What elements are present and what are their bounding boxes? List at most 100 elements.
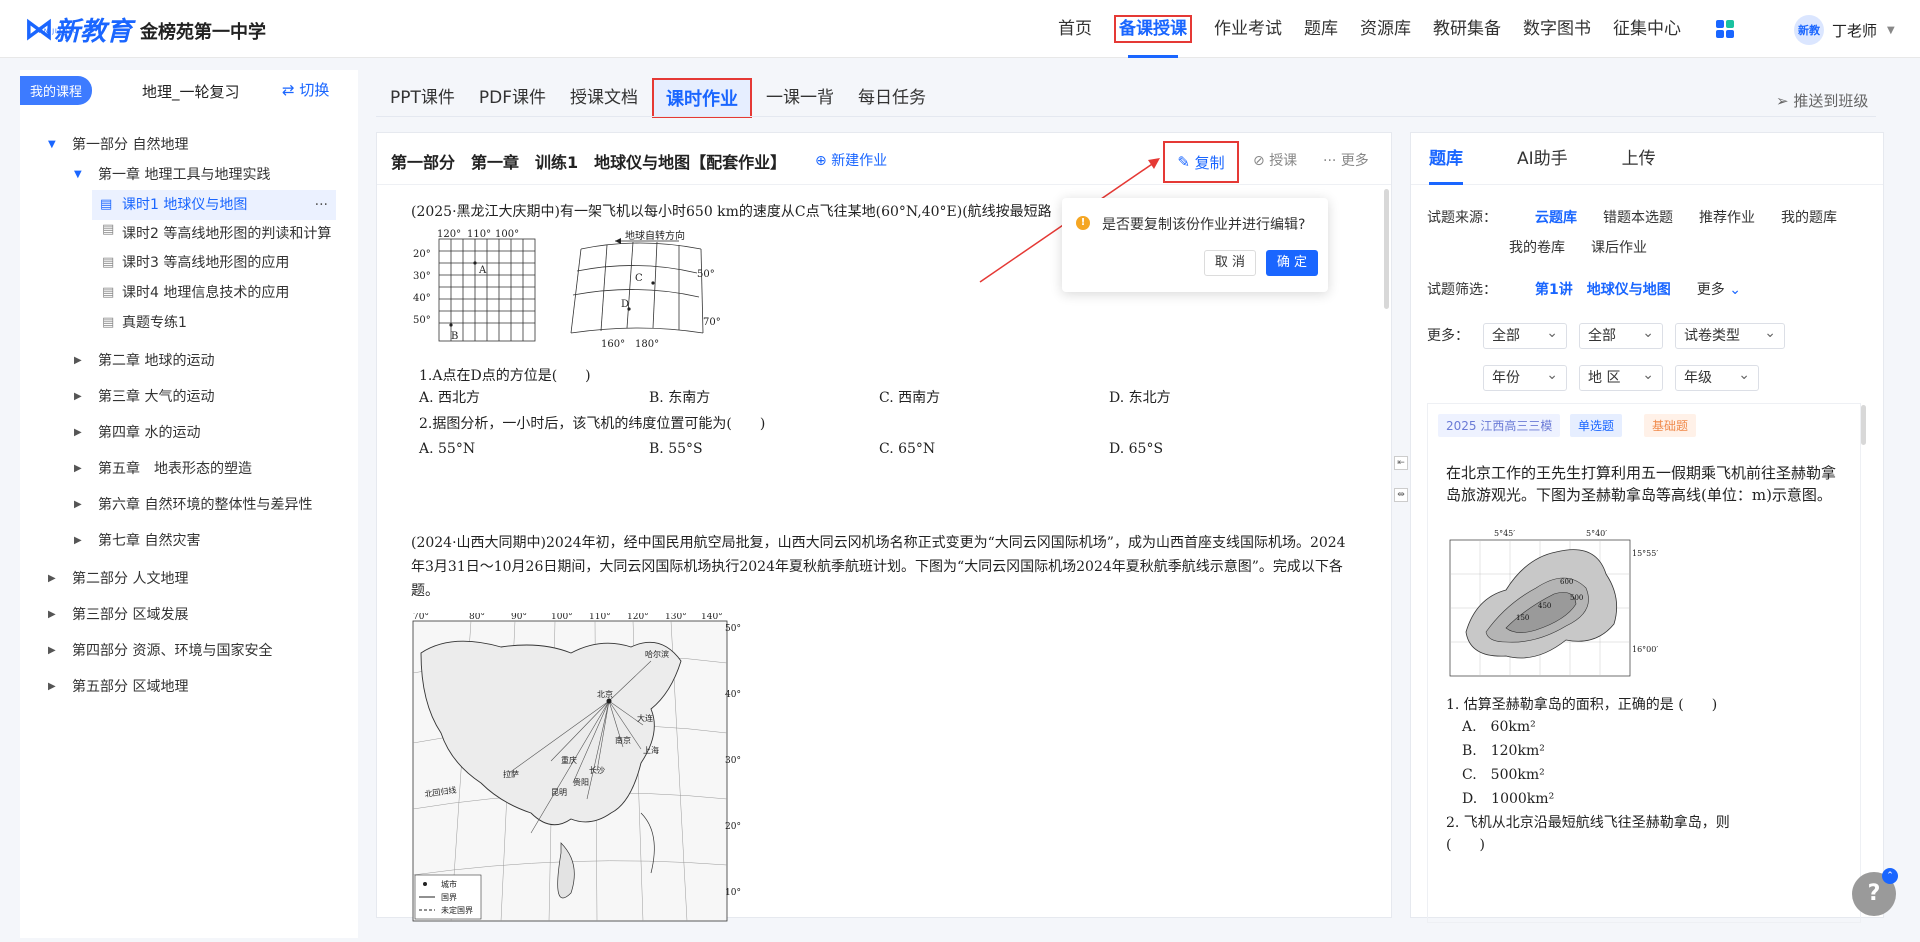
question-1-2-options: A. 55°N B. 55°S C. 65°N D. 65°S: [419, 441, 1339, 457]
option-c[interactable]: C. 65°N: [879, 441, 1109, 457]
tree-part-1[interactable]: ▼ 第一部分 自然地理: [20, 130, 358, 160]
more-button[interactable]: ··· 更多: [1323, 150, 1369, 170]
right-scrollbar[interactable]: [1861, 405, 1866, 445]
nav-collection[interactable]: 征集中心: [1605, 0, 1689, 58]
question-card[interactable]: 2025 江西高三三模 单选题 基础题 在北京工作的王先生打算利用五一假期乘飞机…: [1427, 403, 1861, 923]
source-mistakes[interactable]: 错题本选题: [1603, 203, 1673, 233]
select-paper-type[interactable]: 试卷类型: [1675, 321, 1785, 349]
tab-recite[interactable]: 一课一背: [754, 78, 846, 118]
new-homework-button[interactable]: ⊕ 新建作业: [815, 150, 887, 170]
source-filter: 试题来源： 云题库 错题本选题 推荐作业 我的题库 我的卷库 课后作业: [1427, 203, 1867, 263]
tab-upload[interactable]: 上传: [1622, 133, 1656, 185]
option-c[interactable]: C. 西南方: [879, 387, 1109, 407]
option-a[interactable]: A. 55°N: [419, 441, 649, 457]
tree-label: 第二部分 人文地理: [72, 571, 189, 587]
tab-ai-assistant[interactable]: AI助手: [1517, 133, 1568, 185]
tab-daily-task[interactable]: 每日任务: [846, 78, 938, 118]
question-1-grid-figure: 120° 110° 100° 20° 30° 40° 50° A B: [413, 229, 536, 342]
select-grade[interactable]: 年级: [1675, 363, 1759, 391]
card-option-c[interactable]: C. 500km²: [1462, 764, 1545, 784]
tree-chapter-3[interactable]: ▶ 第三章 大气的运动: [20, 382, 358, 412]
push-to-class-button[interactable]: ➢ 推送到班级: [1776, 90, 1868, 111]
scrollbar[interactable]: [1384, 189, 1389, 309]
switch-course-button[interactable]: ⇄ 切换: [282, 79, 329, 100]
select-all-1[interactable]: 全部: [1483, 321, 1567, 349]
source-my-papers[interactable]: 我的卷库: [1509, 233, 1565, 263]
nav-homework-exam[interactable]: 作业考试: [1206, 0, 1290, 58]
island-lat-1: 15°55′: [1632, 549, 1658, 558]
user-menu[interactable]: 新教 丁老师 ▼: [1794, 15, 1895, 45]
caret-down-icon: ▼: [74, 169, 82, 180]
tree-chapter-5[interactable]: ▶ 第五章 地表形态的塑造: [20, 454, 358, 484]
tab-question-bank[interactable]: 题库: [1429, 133, 1463, 185]
tab-doc[interactable]: 授课文档: [558, 78, 650, 118]
tree-part-5[interactable]: ▶ 第五部分 区域地理: [20, 672, 358, 702]
tree-chapter-6[interactable]: ▶ 第六章 自然环境的整体性与差异性: [20, 490, 358, 520]
option-d[interactable]: D. 东北方: [1109, 387, 1339, 407]
select-region[interactable]: 地 区: [1579, 363, 1663, 391]
apps-grid-icon[interactable]: [1716, 20, 1734, 38]
nav-home[interactable]: 首页: [1050, 0, 1100, 58]
ellipsis-icon[interactable]: ···: [315, 190, 328, 220]
option-a[interactable]: A. 西北方: [419, 387, 649, 407]
topic-filter: 试题筛选： 第1讲 地球仪与地图 更多 ⌄: [1427, 275, 1867, 305]
confirm-button[interactable]: 确 定: [1266, 250, 1318, 276]
card-option-d[interactable]: D. 1000km²: [1462, 788, 1554, 808]
edit-icon: ✎: [1177, 153, 1195, 171]
tree-chapter-4[interactable]: ▶ 第四章 水的运动: [20, 418, 358, 448]
tree-lesson-3[interactable]: ▤ 课时3 等高线地形图的应用: [20, 248, 358, 278]
nav-research[interactable]: 教研集备: [1425, 0, 1509, 58]
nav-resources[interactable]: 资源库: [1352, 0, 1419, 58]
select-year[interactable]: 年份: [1483, 363, 1567, 391]
caret-right-icon: ▶: [48, 681, 56, 692]
filter-lesson[interactable]: 第1讲: [1535, 275, 1573, 305]
tree-part-3[interactable]: ▶ 第三部分 区域发展: [20, 600, 358, 630]
nav-question-bank[interactable]: 题库: [1296, 0, 1346, 58]
card-question-2: 2. 飞机从北京沿最短航线飞往圣赫勒拿岛，则: [1446, 815, 1730, 831]
source-after-class[interactable]: 课后作业: [1591, 233, 1647, 263]
plus-circle-icon: ⊕: [815, 153, 832, 169]
tab-homework[interactable]: 课时作业: [652, 78, 753, 118]
copy-label: 复制: [1194, 153, 1225, 172]
difficulty-tag: 基础题: [1644, 414, 1697, 437]
option-d[interactable]: D. 65°S: [1109, 441, 1339, 457]
tree-lesson-2[interactable]: ▤ 课时2 等高线地形图的判读和计算: [20, 220, 340, 248]
copy-button[interactable]: ✎ 复制: [1163, 141, 1239, 183]
tree-lesson-1[interactable]: ▤ 课时1 地球仪与地图 ···: [92, 190, 336, 220]
source-recommended[interactable]: 推荐作业: [1699, 203, 1755, 233]
resize-handle-icon[interactable]: ⇹: [1394, 488, 1408, 502]
chevron-up-icon[interactable]: ⌃: [1882, 868, 1898, 884]
teach-button[interactable]: ⊘ 授课: [1253, 150, 1297, 170]
sidebar-header: 我的课程 地理_一轮复习 ⇄ 切换: [20, 70, 358, 114]
tree-chapter-2[interactable]: ▶ 第二章 地球的运动: [20, 346, 358, 376]
filter-more[interactable]: 更多 ⌄: [1697, 275, 1741, 305]
tree-lesson-4[interactable]: ▤ 课时4 地理信息技术的应用: [20, 278, 358, 308]
option-b[interactable]: B. 55°S: [649, 441, 879, 457]
tree-part-4[interactable]: ▶ 第四部分 资源、环境与国家安全: [20, 636, 358, 666]
filter-topic[interactable]: 地球仪与地图: [1587, 275, 1671, 305]
nav-lesson-prep[interactable]: 备课授课: [1106, 0, 1200, 58]
fig1-point-b: B: [451, 331, 458, 342]
nav-digital-books[interactable]: 数字图书: [1515, 0, 1599, 58]
card-option-b[interactable]: B. 120km²: [1462, 740, 1545, 760]
tree-part-2[interactable]: ▶ 第二部分 人文地理: [20, 564, 358, 594]
warning-icon: !: [1076, 216, 1090, 230]
cancel-button[interactable]: 取 消: [1204, 250, 1256, 276]
document-icon: ▤: [102, 285, 115, 300]
source-cloud[interactable]: 云题库: [1535, 203, 1577, 233]
question-1-1-text: 1.A点在D点的方位是( ): [419, 368, 591, 384]
card-option-a[interactable]: A. 60km²: [1462, 716, 1536, 736]
caret-right-icon: ▶: [74, 463, 82, 474]
map-lat-3: 30°: [725, 756, 741, 766]
select-all-2[interactable]: 全部: [1579, 321, 1663, 349]
tab-ppt[interactable]: PPT课件: [378, 78, 467, 118]
tab-pdf[interactable]: PDF课件: [467, 78, 558, 118]
collapse-left-icon[interactable]: ⇤: [1394, 456, 1408, 470]
tree-chapter-7[interactable]: ▶ 第七章 自然灾害: [20, 526, 358, 556]
question-card-stem: 在北京工作的王先生打算利用五一假期乘飞机前往圣赫勒拿岛旅游观光。下图为圣赫勒拿岛…: [1446, 464, 1837, 504]
tree-lesson-5[interactable]: ▤ 真题专练1: [20, 308, 358, 338]
option-b[interactable]: B. 东南方: [649, 387, 879, 407]
my-course-badge[interactable]: 我的课程: [20, 76, 93, 105]
tree-chapter-1[interactable]: ▼ 第一章 地理工具与地理实践: [20, 160, 358, 190]
source-my-bank[interactable]: 我的题库: [1781, 203, 1837, 233]
